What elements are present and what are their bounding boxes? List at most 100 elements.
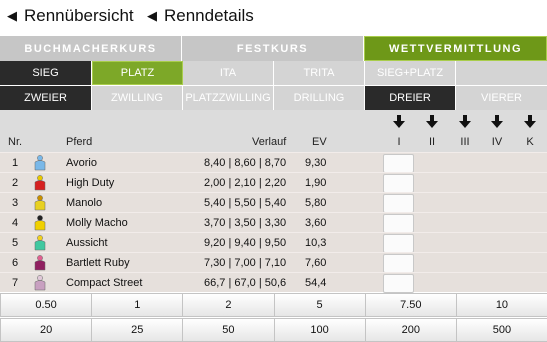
header-bar: ◀ Rennübersicht ◀ Renndetails [0,0,547,36]
selection-checkbox[interactable] [383,154,414,173]
bet-type-vierer-button[interactable]: VIERER [456,86,547,110]
table-row: 2 High Duty 2,00 | 2,10 | 2,20 1,90 [0,172,547,193]
horse-name: Manolo [66,197,103,209]
jockey-silk-icon [34,195,46,211]
horse-name: Compact Street [66,277,143,289]
selection-checkbox[interactable] [383,214,414,233]
stake-button[interactable]: 20 [0,318,93,342]
tab-festkurs[interactable]: FESTKURS [182,36,364,61]
odds-history: 2,00 | 2,10 | 2,20 [204,177,287,189]
bet-type-zweier-button[interactable]: ZWEIER [0,86,92,110]
horse-name: Molly Macho [66,217,128,229]
selection-checkbox[interactable] [383,234,414,253]
bet-type-platzzwilling-button[interactable]: PLATZZWILLING [183,86,274,110]
odds-history: 3,70 | 3,50 | 3,30 [204,217,287,229]
current-odds: 54,4 [305,277,327,289]
breadcrumb-label: Rennübersicht [24,6,134,25]
current-odds: 3,60 [305,217,327,229]
position-label-ii: II [428,136,436,148]
stake-row-2: 20 25 50 100 200 500 [0,318,547,342]
runner-number: 4 [12,217,19,229]
current-odds: 10,3 [305,237,327,249]
chevron-left-icon: ◀ [7,8,17,23]
bet-type-zwilling-button[interactable]: ZWILLING [92,86,183,110]
current-odds: 7,60 [305,257,327,269]
odds-history: 5,40 | 5,50 | 5,40 [204,197,287,209]
column-header-pferd: Pferd [66,136,93,148]
bet-type-row-2: ZWEIER ZWILLING PLATZZWILLING DRILLING D… [0,86,547,110]
stake-button[interactable]: 200 [364,318,457,342]
table-row: 5 Aussicht 9,20 | 9,40 | 9,50 10,3 [0,232,547,253]
runner-number: 3 [12,197,19,209]
column-header-verlauf: Verlauf [252,136,287,148]
current-odds: 1,90 [305,177,327,189]
table-row: 6 Bartlett Ruby 7,30 | 7,00 | 7,10 7,60 [0,252,547,273]
stake-button[interactable]: 2 [182,293,275,317]
column-header-nr: Nr. [8,136,23,148]
horse-name: Avorio [66,157,97,169]
odds-history: 8,40 | 8,60 | 8,70 [204,157,287,169]
stake-button[interactable]: 1 [91,293,184,317]
stake-button[interactable]: 10 [455,293,547,317]
stake-button[interactable]: 5 [273,293,366,317]
arrow-down-icon[interactable] [425,115,439,129]
table-header: Nr. Pferd Verlauf EV I II III IV K [0,110,547,152]
bet-type-platz-button[interactable]: PLATZ [92,61,183,85]
stake-button[interactable]: 7.50 [364,293,457,317]
bet-type-empty-button [456,61,547,85]
bet-type-ita-button[interactable]: ITA [183,61,274,85]
current-odds: 5,80 [305,197,327,209]
stake-button[interactable]: 0.50 [0,293,93,317]
column-header-ev: EV [312,136,327,148]
bet-type-trita-button[interactable]: TRITA [274,61,365,85]
tab-buchmacherkurs[interactable]: BUCHMACHERKURS [0,36,182,61]
position-label-i: I [397,136,401,148]
table-row: 7 Compact Street 66,7 | 67,0 | 50,6 54,4 [0,272,547,293]
runner-number: 7 [12,277,19,289]
position-label-k: K [526,136,534,148]
arrow-down-icon[interactable] [523,115,537,129]
selection-checkbox[interactable] [383,194,414,213]
arrow-down-icon[interactable] [392,115,406,129]
odds-history: 7,30 | 7,00 | 7,10 [204,257,287,269]
horse-name: Bartlett Ruby [66,257,130,269]
breadcrumb-label: Renndetails [164,6,254,25]
runners-table: Nr. Pferd Verlauf EV I II III IV K 1 Avo… [0,110,547,293]
jockey-silk-icon [34,215,46,231]
odds-source-tabs: BUCHMACHERKURS FESTKURS WETTVERMITTLUNG [0,36,547,61]
jockey-silk-icon [34,255,46,271]
arrow-down-icon[interactable] [458,115,472,129]
breadcrumb-race-overview[interactable]: ◀ Rennübersicht [7,6,134,26]
selection-checkbox[interactable] [383,274,414,293]
jockey-silk-icon [34,275,46,291]
stake-button[interactable]: 50 [182,318,275,342]
table-row: 4 Molly Macho 3,70 | 3,50 | 3,30 3,60 [0,212,547,233]
selection-checkbox[interactable] [383,174,414,193]
bet-type-sieg-platz-button[interactable]: SIEG+PLATZ [365,61,456,85]
selection-checkbox[interactable] [383,254,414,273]
table-row: 1 Avorio 8,40 | 8,60 | 8,70 9,30 [0,152,547,173]
arrow-down-icon[interactable] [490,115,504,129]
position-label-iii: III [460,136,470,148]
odds-history: 66,7 | 67,0 | 50,6 [204,277,287,289]
bet-type-row-1: SIEG PLATZ ITA TRITA SIEG+PLATZ [0,61,547,85]
bet-type-dreier-button[interactable]: DREIER [365,86,456,110]
jockey-silk-icon [34,235,46,251]
jockey-silk-icon [34,175,46,191]
table-row: 3 Manolo 5,40 | 5,50 | 5,40 5,80 [0,192,547,213]
stake-button[interactable]: 25 [91,318,184,342]
bet-type-drilling-button[interactable]: DRILLING [274,86,365,110]
runner-number: 6 [12,257,19,269]
tab-wettvermittlung[interactable]: WETTVERMITTLUNG [364,36,547,61]
stake-button[interactable]: 100 [273,318,366,342]
bet-type-sieg-button[interactable]: SIEG [0,61,92,85]
runner-number: 1 [12,157,19,169]
stake-row-1: 0.50 1 2 5 7.50 10 [0,293,547,317]
breadcrumb-race-details[interactable]: ◀ Renndetails [147,6,254,26]
stake-button[interactable]: 500 [455,318,547,342]
current-odds: 9,30 [305,157,327,169]
horse-name: Aussicht [66,237,108,249]
horse-name: High Duty [66,177,115,189]
odds-history: 9,20 | 9,40 | 9,50 [204,237,287,249]
position-label-iv: IV [491,136,503,148]
